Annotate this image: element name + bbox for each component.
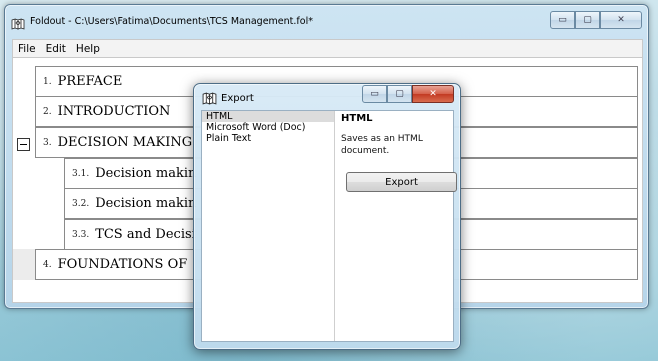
dialog-title: Export <box>221 93 254 104</box>
menu-file[interactable]: File <box>13 43 41 55</box>
foldout-app-icon <box>202 91 217 106</box>
outline-title: Decision makin <box>95 196 197 211</box>
window-title: Foldout - C:\Users\Fatima\Documents\TCS … <box>30 16 313 27</box>
format-detail: HTML Saves as an HTML document. <box>341 113 453 157</box>
window-controls: ▭ ▢ ✕ <box>550 11 642 29</box>
outline-number: 3. <box>43 137 52 148</box>
foldout-app-icon <box>11 16 25 30</box>
dialog-controls: ▭ ▢ ✕ <box>362 85 454 103</box>
dialog-close-button[interactable]: ✕ <box>412 85 454 103</box>
export-button[interactable]: Export <box>346 172 457 192</box>
outline-number: 3.3. <box>72 229 90 240</box>
outline-title: FOUNDATIONS OF <box>57 257 188 272</box>
format-item-html[interactable]: HTML <box>202 111 334 122</box>
collapse-icon[interactable] <box>17 138 30 151</box>
title-bar[interactable]: Foldout - C:\Users\Fatima\Documents\TCS … <box>5 5 648 37</box>
outline-title: PREFACE <box>57 74 123 89</box>
format-item-text[interactable]: Plain Text <box>202 133 334 144</box>
format-list[interactable]: HTML Microsoft Word (Doc) Plain Text <box>202 111 335 341</box>
dialog-maximize-button[interactable]: ▢ <box>387 85 412 103</box>
menu-bar: File Edit Help <box>12 39 643 57</box>
format-item-word[interactable]: Microsoft Word (Doc) <box>202 122 334 133</box>
export-dialog: Export ▭ ▢ ✕ HTML Microsoft Word (Doc) P… <box>193 83 461 350</box>
detail-title: HTML <box>341 113 373 124</box>
outline-number: 4. <box>43 259 52 270</box>
menu-edit[interactable]: Edit <box>41 43 71 55</box>
row-gutter <box>13 249 35 280</box>
outline-title: Decision makin <box>95 166 197 181</box>
outline-number: 3.2. <box>72 198 90 209</box>
outline-number: 1. <box>43 76 52 87</box>
detail-description: Saves as an HTML document. <box>341 134 423 156</box>
outline-number: 2. <box>43 106 52 117</box>
maximize-button[interactable]: ▢ <box>575 11 600 29</box>
outline-title: DECISION MAKING <box>57 135 193 150</box>
menu-help[interactable]: Help <box>71 43 105 55</box>
dialog-minimize-button[interactable]: ▭ <box>362 85 387 103</box>
outline-title: INTRODUCTION <box>57 104 171 119</box>
minimize-button[interactable]: ▭ <box>550 11 575 29</box>
outline-number: 3.1. <box>72 168 90 179</box>
dialog-body: HTML Microsoft Word (Doc) Plain Text HTM… <box>201 110 457 342</box>
outline-title: TCS and Decisi <box>95 227 196 242</box>
close-button[interactable]: ✕ <box>600 11 642 29</box>
